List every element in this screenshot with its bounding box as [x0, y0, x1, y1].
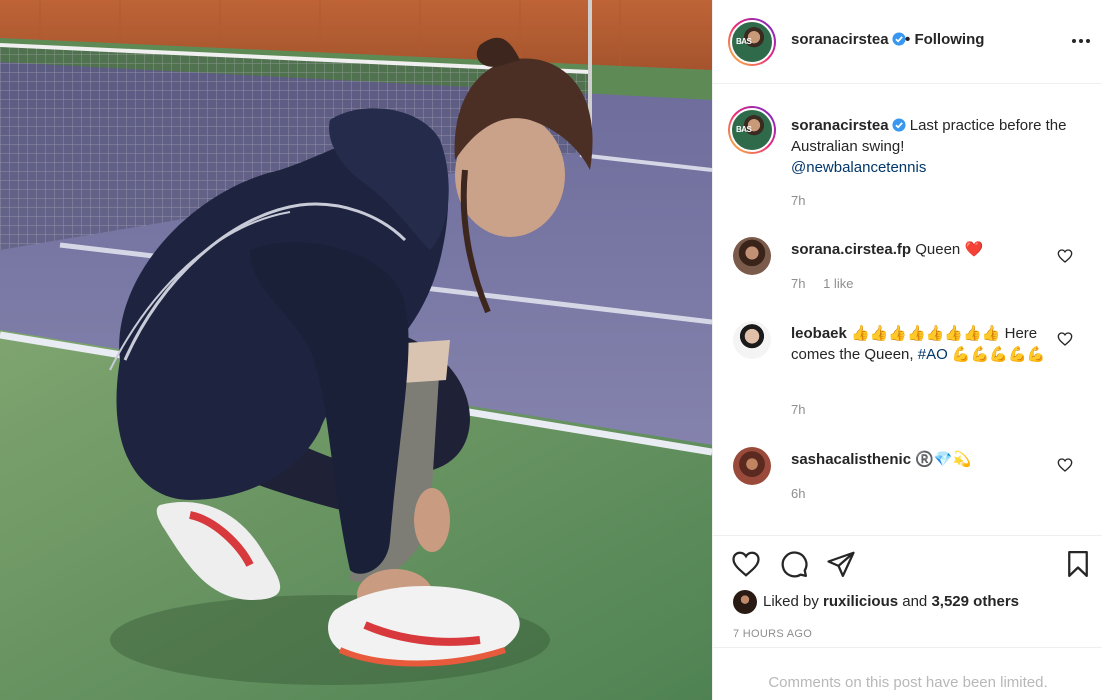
comment-like-heart-icon[interactable] [1057, 331, 1073, 347]
instagram-post: BAS soranacirstea • Following BAS sorana… [0, 0, 1102, 700]
caption-username[interactable]: soranacirstea [791, 117, 889, 134]
separator-dot: • [905, 31, 911, 48]
comment-username[interactable]: sashacalisthenic [791, 451, 911, 468]
post-side-panel: BAS soranacirstea • Following BAS sorana… [712, 0, 1102, 700]
comment-time[interactable]: 7h [791, 402, 805, 417]
comment-bubble-icon[interactable] [779, 549, 809, 579]
post-photo[interactable] [0, 0, 712, 700]
comment-username[interactable]: leobaek [791, 325, 847, 342]
save-bookmark-icon[interactable] [1063, 549, 1093, 579]
verified-badge-icon [892, 32, 906, 46]
caption: soranacirstea Last practice before the A… [791, 115, 1081, 178]
post-timestamp[interactable]: 7 HOURS AGO [733, 628, 812, 640]
share-paper-plane-icon[interactable] [826, 549, 856, 579]
caption-time[interactable]: 7h [791, 193, 805, 208]
post-header: BAS soranacirstea • Following [713, 0, 1102, 84]
comment-meta: 7h [791, 402, 819, 417]
comment-time[interactable]: 7h [791, 276, 805, 291]
comment: leobaek 👍👍👍👍👍👍👍👍 Here comes the Queen, #… [791, 323, 1051, 365]
comment: sashacalisthenic ®️💎💫 [791, 449, 1051, 470]
comment-avatar[interactable] [733, 321, 771, 359]
comment-emoji: 💪💪💪💪💪 [947, 346, 1046, 363]
likes-summary: Liked by ruxilicious and 3,529 others [733, 590, 1019, 615]
comments-limited-notice: Comments on this post have been limited. [713, 647, 1102, 700]
comment-like-heart-icon[interactable] [1057, 457, 1073, 473]
likes-conjunction: and [902, 593, 928, 610]
following-button[interactable]: Following [914, 31, 984, 48]
comment-avatar[interactable] [733, 237, 771, 275]
likes-prefix: Liked by [763, 593, 819, 610]
comment-text: Queen ❤️ [915, 241, 984, 258]
comment-username[interactable]: sorana.cirstea.fp [791, 241, 911, 258]
post-actions: Liked by ruxilicious and 3,529 others 7 … [713, 535, 1102, 647]
comment-text: ®️💎💫 [915, 451, 972, 468]
comment-time[interactable]: 6h [791, 486, 805, 501]
likes-others-count[interactable]: 3,529 others [931, 593, 1019, 610]
verified-badge-icon [892, 118, 906, 132]
comment-like-heart-icon[interactable] [1057, 248, 1073, 264]
author-avatar[interactable]: BAS [728, 18, 776, 66]
comment-hashtag-link[interactable]: #AO [918, 346, 948, 363]
like-heart-icon[interactable] [731, 549, 761, 579]
author-avatar-image: BAS [730, 20, 774, 64]
liker-avatar[interactable] [733, 590, 757, 615]
comment-meta: 7h 1 like [791, 276, 867, 291]
caption-mention-link[interactable]: @newbalancetennis [791, 159, 926, 176]
comment-avatar[interactable] [733, 447, 771, 485]
liker-username[interactable]: ruxilicious [823, 593, 898, 610]
comment-meta: 6h [791, 486, 819, 501]
author-username[interactable]: soranacirstea [791, 31, 889, 48]
comment-likes[interactable]: 1 like [823, 276, 853, 291]
comments-section: BAS soranacirstea Last practice before t… [713, 85, 1102, 535]
more-options-icon[interactable] [1069, 30, 1093, 52]
comment: sorana.cirstea.fp Queen ❤️ [791, 239, 1051, 260]
caption-avatar[interactable]: BAS [728, 106, 776, 154]
caption-avatar-image: BAS [730, 108, 774, 152]
